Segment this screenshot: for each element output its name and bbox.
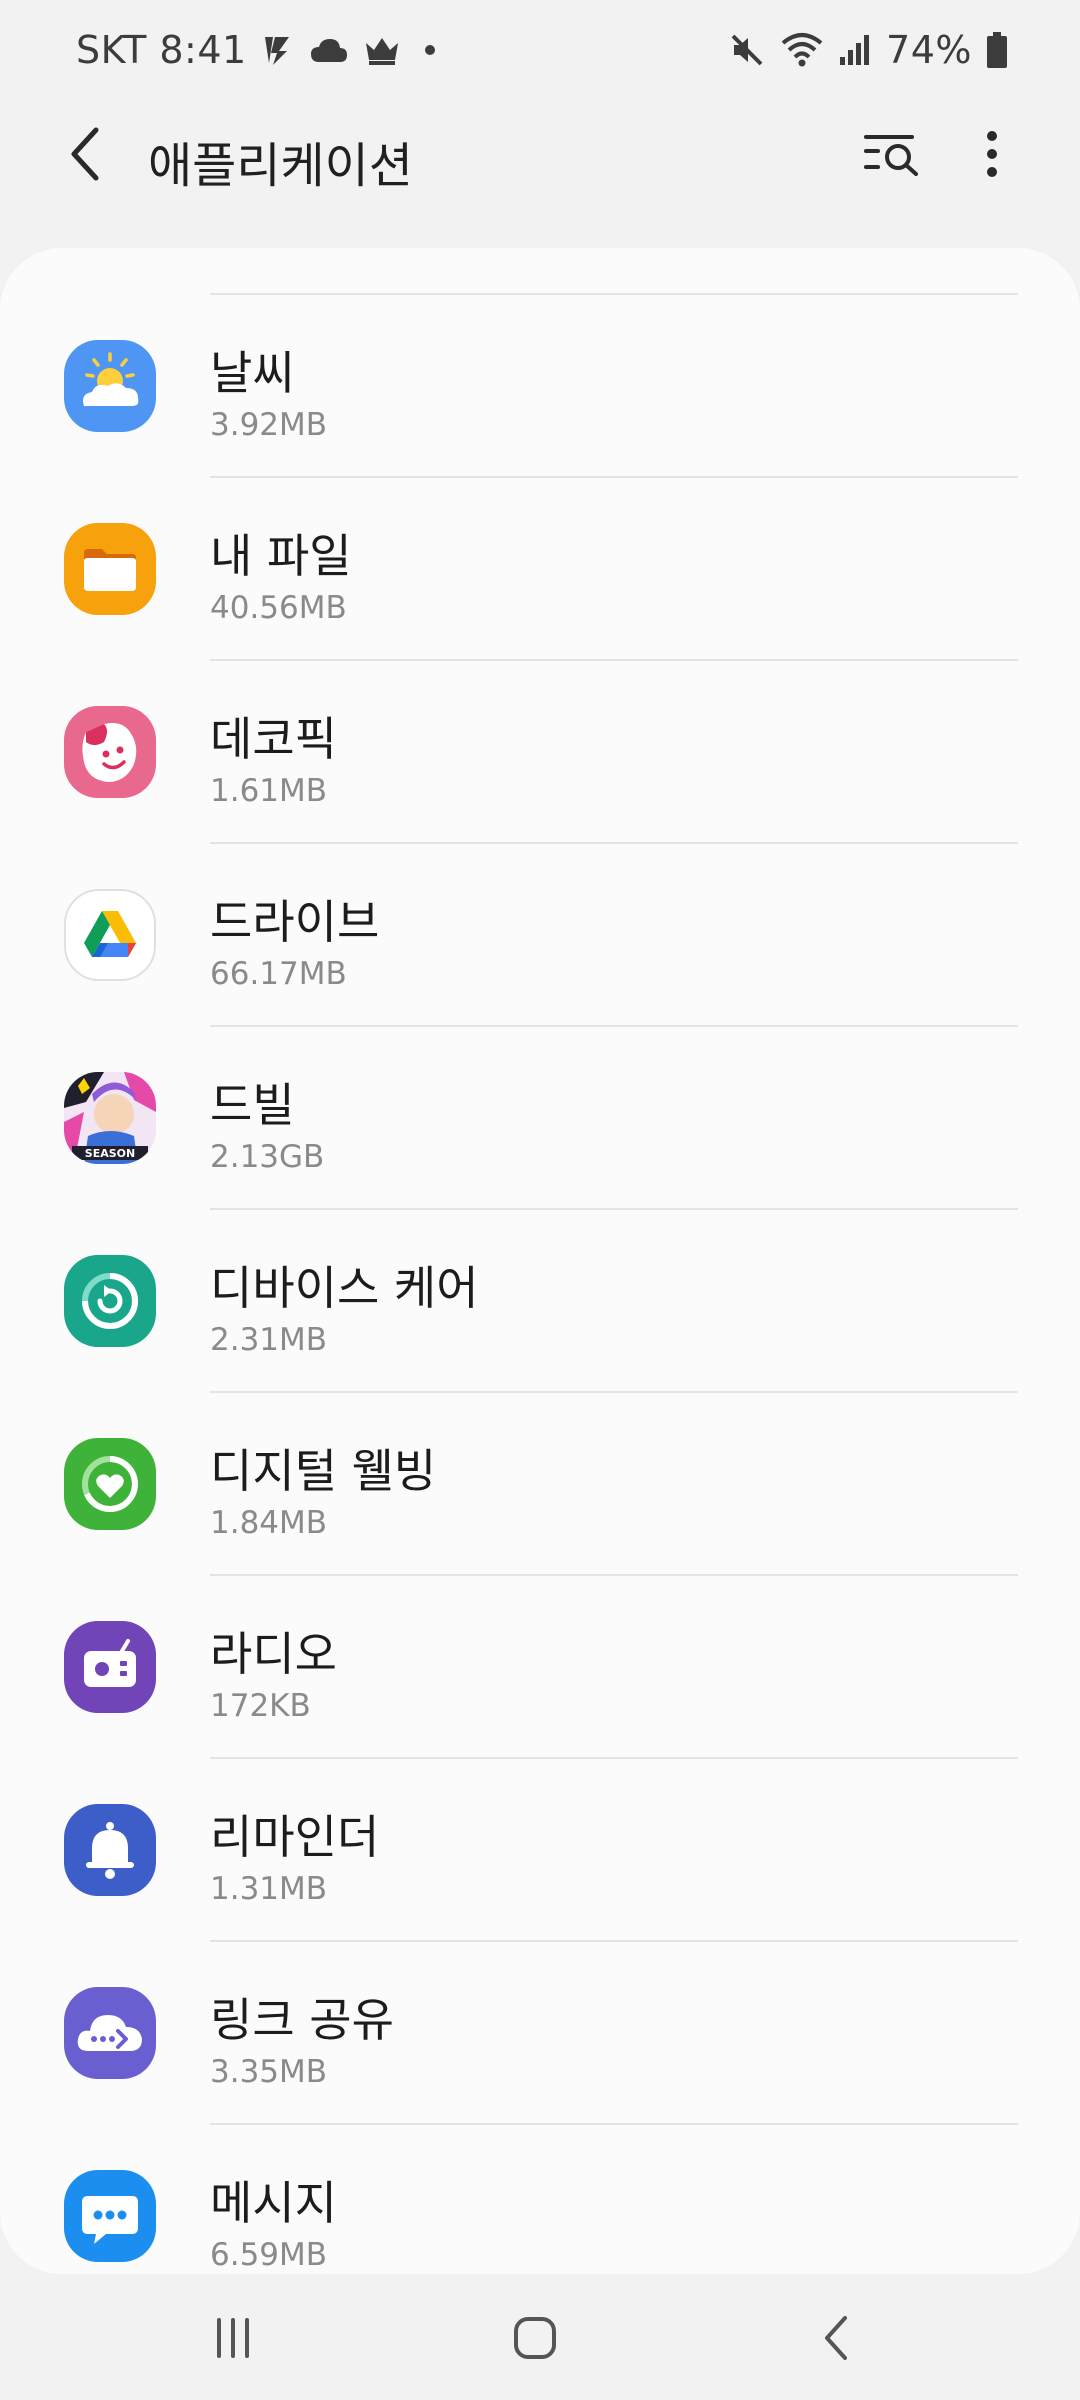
- wifi-icon: [780, 31, 824, 69]
- chevron-left-icon: [71, 127, 99, 181]
- app-name: 드빌: [210, 1078, 295, 1132]
- mute-icon: [728, 31, 766, 69]
- carrier-time: SKT 8:41: [76, 28, 247, 72]
- app-name: 내 파일: [210, 529, 352, 583]
- status-bar: SKT 8:41 74%: [0, 0, 1080, 100]
- recent-apps-button[interactable]: [188, 2298, 278, 2378]
- home-icon: [514, 2317, 556, 2359]
- filter-search-button[interactable]: [856, 122, 928, 186]
- app-size: 3.35MB: [210, 2054, 328, 2090]
- app-name: 메시지: [210, 2176, 337, 2230]
- back-icon: [825, 2316, 847, 2360]
- more-vertical-icon: [987, 131, 997, 177]
- app-list[interactable]: 날씨 3.92MB 내 파일 40.56MB 데코픽 1.61MB 드라이브 6…: [0, 248, 1080, 2274]
- radio-icon: [64, 1621, 156, 1713]
- status-right: 74%: [728, 28, 1008, 72]
- list-item-messages[interactable]: 메시지 6.59MB: [0, 2125, 1080, 2274]
- app-size: 6.59MB: [210, 2237, 328, 2273]
- app-size: 66.17MB: [210, 956, 347, 992]
- list-item-game[interactable]: SEASON 드빌 2.13GB: [0, 1027, 1080, 1210]
- drive-icon: [64, 889, 156, 981]
- battery-icon: [986, 31, 1008, 69]
- crown-icon: [363, 34, 401, 66]
- message-icon: [64, 2170, 156, 2262]
- app-name: 라디오: [210, 1627, 337, 1681]
- app-name: 리마인더: [210, 1810, 380, 1864]
- flash-notification-icon: [261, 33, 295, 67]
- navigation-bar: [0, 2274, 1080, 2400]
- app-name: 디지털 웰빙: [210, 1444, 437, 1498]
- status-left: SKT 8:41: [76, 28, 445, 72]
- more-options-button[interactable]: [960, 122, 1024, 186]
- heart-icon: [64, 1438, 156, 1530]
- cloud-link-icon: [64, 1987, 156, 2079]
- app-name: 링크 공유: [210, 1993, 394, 2047]
- app-bar: 애플리케이션: [0, 100, 1080, 208]
- cloud-icon: [309, 36, 349, 64]
- weather-icon: [64, 340, 156, 432]
- page-title: 애플리케이션: [148, 138, 413, 194]
- list-item-device-care[interactable]: 디바이스 케어 2.31MB: [0, 1210, 1080, 1393]
- decopic-icon: [64, 706, 156, 798]
- app-size: 1.31MB: [210, 1871, 328, 1907]
- list-item-digital-wellbeing[interactable]: 디지털 웰빙 1.84MB: [0, 1393, 1080, 1576]
- signal-icon: [838, 33, 872, 67]
- list-item-my-files[interactable]: 내 파일 40.56MB: [0, 478, 1080, 661]
- app-size: 1.61MB: [210, 773, 328, 809]
- game-icon: SEASON: [64, 1072, 156, 1164]
- list-item-weather[interactable]: 날씨 3.92MB: [0, 295, 1080, 478]
- app-name: 데코픽: [210, 712, 337, 766]
- list-item-decopic[interactable]: 데코픽 1.61MB: [0, 661, 1080, 844]
- app-name: 드라이브: [210, 895, 380, 949]
- svg-text:SEASON: SEASON: [85, 1147, 135, 1160]
- app-name: 날씨: [210, 346, 295, 400]
- home-button[interactable]: [490, 2298, 580, 2378]
- app-size: 1.84MB: [210, 1505, 328, 1541]
- app-size: 172KB: [210, 1688, 311, 1724]
- list-item-drive[interactable]: 드라이브 66.17MB: [0, 844, 1080, 1027]
- app-name: 디바이스 케어: [210, 1261, 479, 1315]
- list-search-icon: [864, 135, 918, 176]
- dot-icon: [415, 35, 445, 65]
- list-item-link-sharing[interactable]: 링크 공유 3.35MB: [0, 1942, 1080, 2125]
- folder-icon: [64, 523, 156, 615]
- device-care-icon: [64, 1255, 156, 1347]
- list-item-radio[interactable]: 라디오 172KB: [0, 1576, 1080, 1759]
- app-size: 2.13GB: [210, 1139, 325, 1175]
- app-size: 3.92MB: [210, 407, 328, 443]
- list-item-reminder[interactable]: 리마인더 1.31MB: [0, 1759, 1080, 1942]
- battery-percent: 74%: [886, 28, 972, 72]
- back-button[interactable]: [52, 120, 120, 188]
- bell-icon: [64, 1804, 156, 1896]
- nav-back-button[interactable]: [792, 2298, 882, 2378]
- recents-icon: [217, 2318, 249, 2358]
- app-size: 2.31MB: [210, 1322, 328, 1358]
- app-size: 40.56MB: [210, 590, 347, 626]
